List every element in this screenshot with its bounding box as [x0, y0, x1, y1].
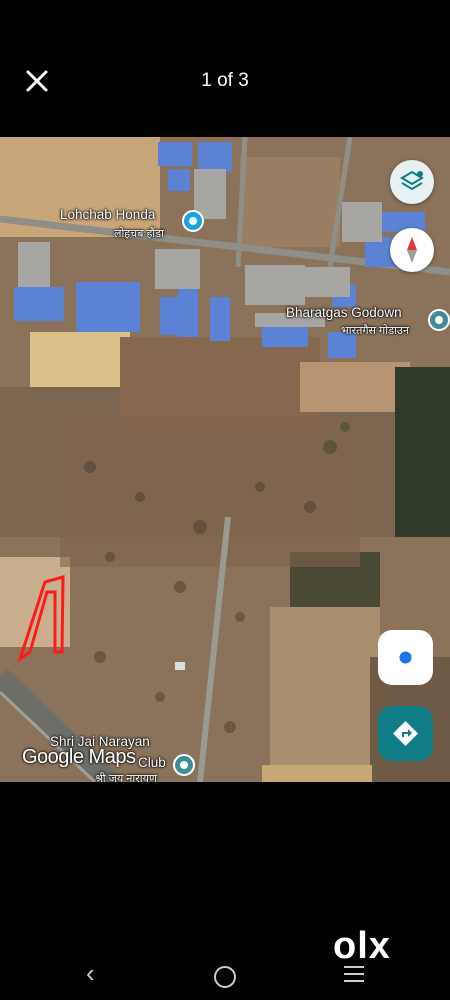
shopping-bag-pin-icon[interactable] — [182, 210, 204, 232]
my-location-icon — [399, 651, 412, 664]
nav-back-button[interactable]: ‹ — [86, 958, 95, 989]
viewer-header: 1 of 3 — [0, 0, 450, 140]
place-label-shri-jai-narayan-native: श्री जय नारायण — [95, 773, 157, 782]
place-pin-icon[interactable] — [173, 754, 195, 776]
place-label-bharatgas-godown[interactable]: Bharatgas Godown — [286, 305, 402, 320]
satellite-map[interactable]: Lohchab Honda लोहचब हौंडा Bharatgas Godo… — [0, 137, 450, 782]
recents-icon[interactable] — [344, 966, 364, 982]
my-location-button[interactable] — [378, 630, 433, 685]
olx-logo: olx — [333, 925, 391, 967]
compass-icon — [407, 237, 417, 263]
directions-icon — [393, 721, 418, 746]
place-label-shri-jai-narayan-suffix: Club — [138, 755, 166, 770]
satellite-imagery — [0, 137, 450, 782]
home-icon[interactable] — [214, 966, 236, 988]
place-pin-icon[interactable] — [428, 309, 450, 331]
layers-button[interactable] — [390, 160, 434, 204]
place-label-lohchab-honda-native: लोहचब हौंडा — [114, 228, 164, 240]
place-label-lohchab-honda[interactable]: Lohchab Honda — [60, 207, 155, 222]
google-maps-watermark: Google Maps — [22, 746, 136, 768]
layers-icon — [400, 170, 424, 191]
place-label-bharatgas-godown-native: भारतगैस गोडाउन — [341, 325, 409, 337]
compass-button[interactable] — [390, 228, 434, 272]
image-counter: 1 of 3 — [201, 70, 249, 91]
directions-button[interactable] — [378, 706, 433, 761]
